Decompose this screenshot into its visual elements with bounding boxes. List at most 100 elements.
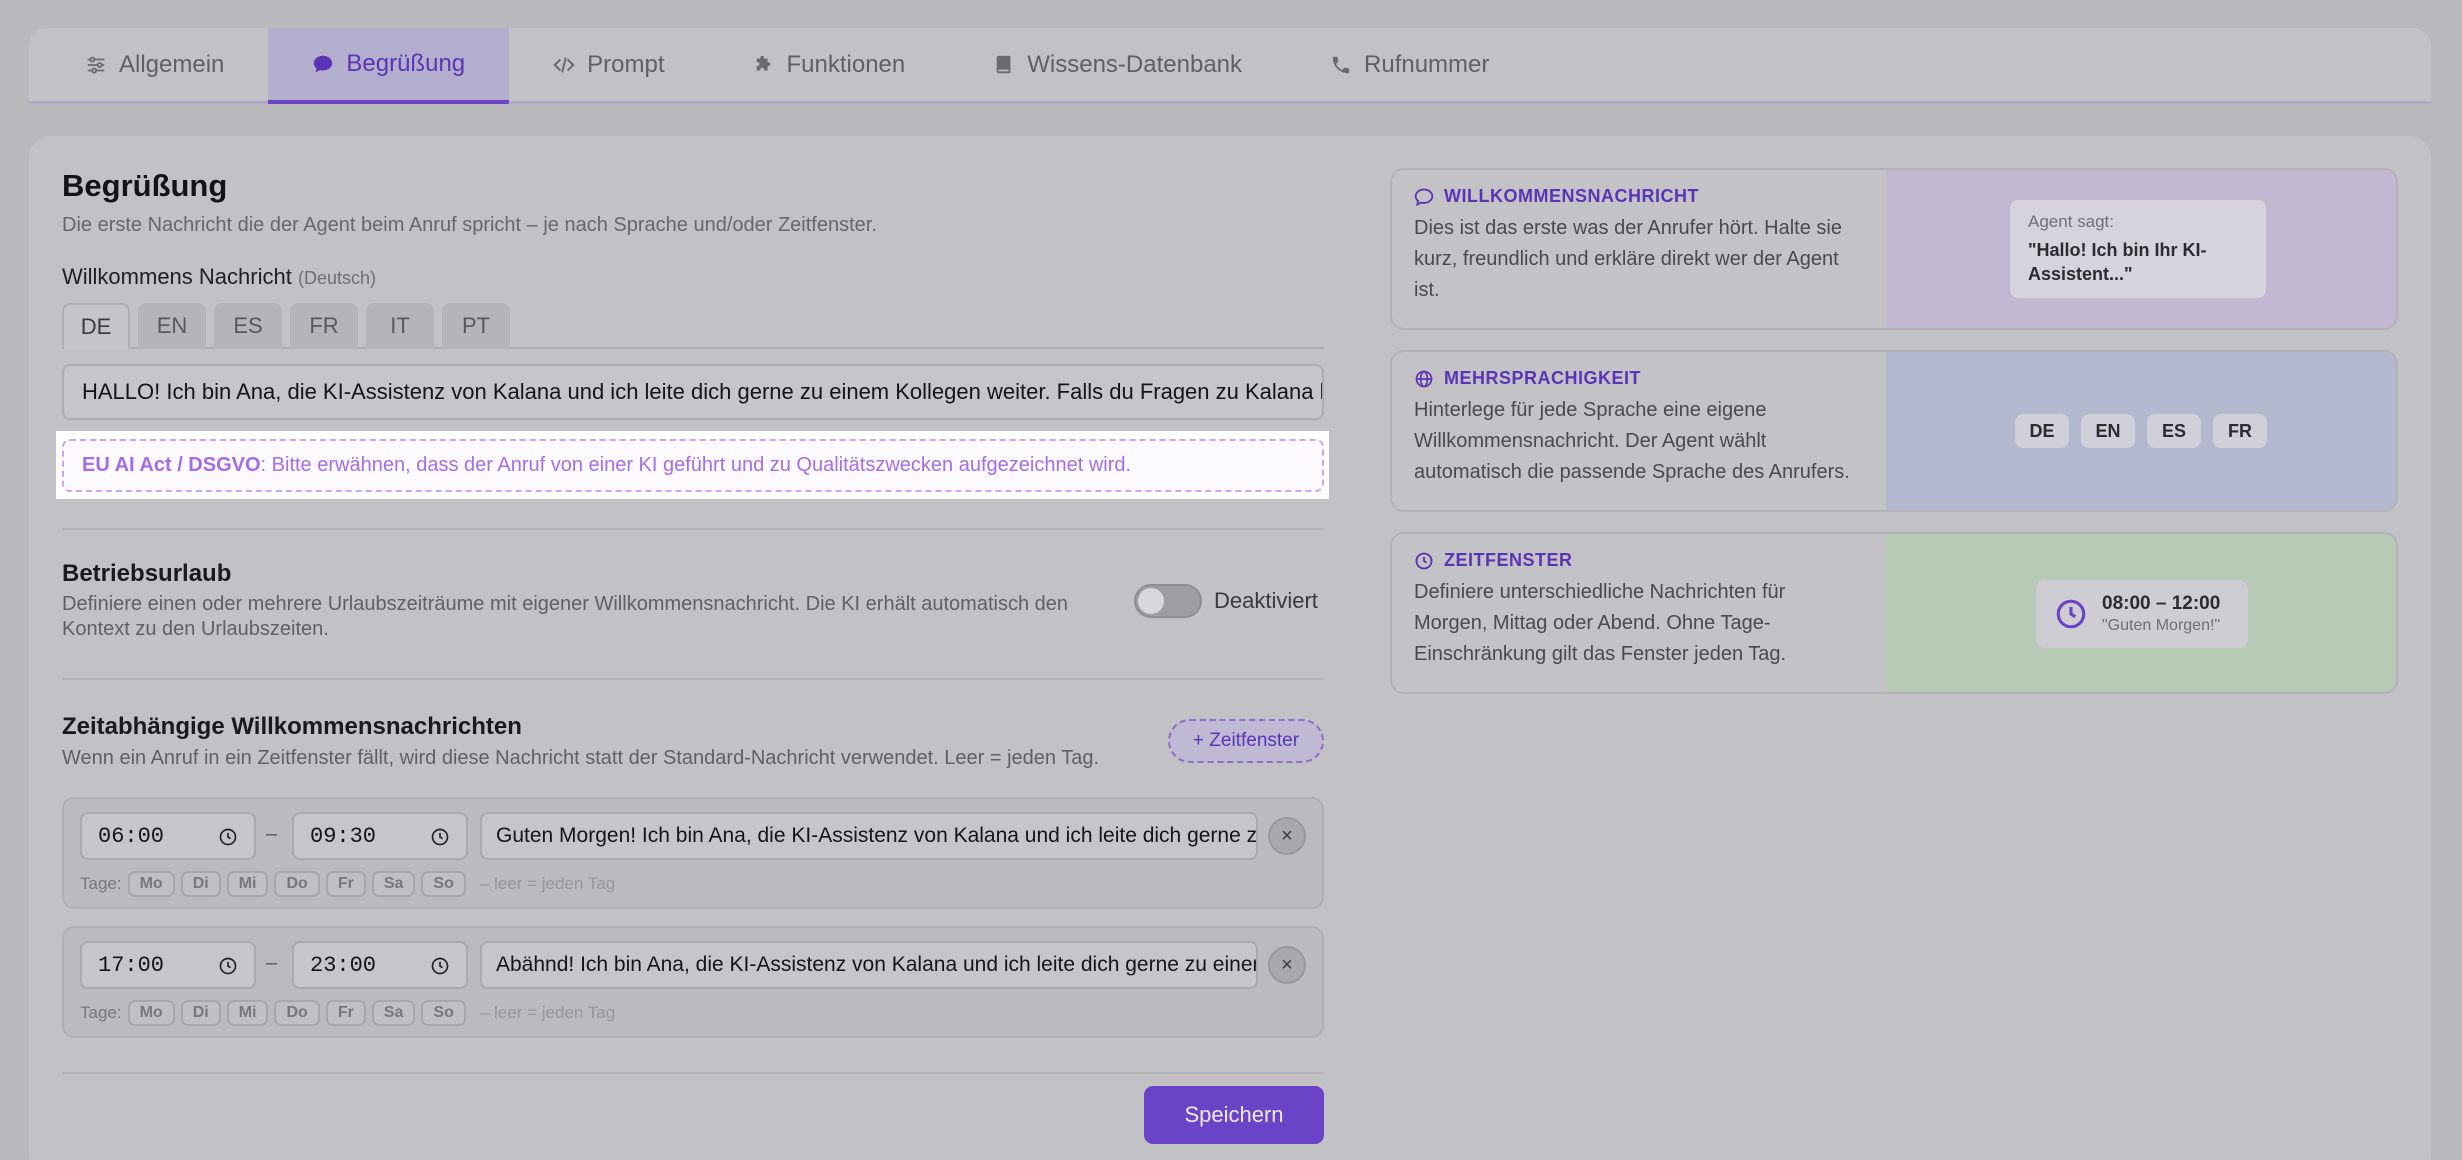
empty-days-hint: – leer = jeden Tag: [479, 874, 616, 893]
lang-tab-en[interactable]: EN: [138, 303, 206, 349]
info-card-title: WILLKOMMENSNACHRICHT: [1414, 186, 1864, 207]
welcome-field-hint: (Deutsch): [297, 268, 376, 288]
clock-icon: [431, 957, 449, 975]
sliders-icon: [87, 56, 105, 73]
info-card-body: Dies ist das erste was der Anrufer hört.…: [1414, 217, 1842, 301]
clock-icon: [2056, 599, 2086, 629]
welcome-field-label: Willkommens Nachricht (Deutsch): [62, 264, 376, 289]
day-selector: Tage: Mo Di Mi Do Fr Sa So – leer = jede…: [80, 871, 615, 897]
language-chip: FR: [2213, 414, 2267, 448]
info-card-welcome: WILLKOMMENSNACHRICHT Dies ist das erste …: [1390, 168, 2398, 330]
slot-message-input[interactable]: Abähnd! Ich bin Ana, die KI-Assistenz vo…: [480, 941, 1258, 989]
day-chip-sa[interactable]: Sa: [371, 1000, 416, 1026]
agent-speech-bubble: Agent sagt: "Hallo! Ich bin Ihr KI-Assis…: [2010, 200, 2266, 298]
tab-wissens-datenbank[interactable]: Wissens-Datenbank: [949, 28, 1286, 101]
page-title: Begrüßung: [62, 168, 228, 203]
tab-funktionen[interactable]: Funktionen: [709, 28, 950, 101]
day-selector: Tage: Mo Di Mi Do Fr Sa So – leer = jede…: [80, 1000, 615, 1026]
info-card-visual: DE EN ES FR: [1886, 352, 2396, 510]
lang-tab-fr[interactable]: FR: [290, 303, 358, 349]
book-icon: [996, 55, 1011, 73]
day-chip-mo[interactable]: Mo: [127, 1000, 175, 1026]
vacation-subtitle: Definiere einen oder mehrere Urlaubszeit…: [62, 593, 1069, 640]
tab-label: Funktionen: [786, 50, 906, 78]
vacation-title: Betriebsurlaub: [62, 560, 232, 587]
day-chip-mi[interactable]: Mi: [226, 871, 269, 897]
language-tabs: DE EN ES FR IT PT: [62, 303, 1324, 349]
info-card-body: Definiere unterschiedliche Nachrichten f…: [1414, 581, 1787, 665]
time-from-input[interactable]: 17:00: [80, 941, 256, 989]
welcome-message-input[interactable]: HALLO! Ich bin Ana, die KI-Assistenz von…: [62, 364, 1324, 420]
chat-bubble-icon: [314, 55, 333, 73]
delete-slot-button[interactable]: ×: [1268, 946, 1306, 984]
time-slot: 06:00 – 09:30 Guten Morgen! Ich bin Ana,…: [62, 797, 1324, 909]
delete-slot-button[interactable]: ×: [1268, 817, 1306, 855]
time-to-input[interactable]: 23:00: [292, 941, 468, 989]
section-divider: [62, 678, 1324, 680]
day-chip-fr[interactable]: Fr: [325, 871, 366, 897]
info-card-timewindow: ZEITFENSTER Definiere unterschiedliche N…: [1390, 532, 2398, 694]
day-chip-mi[interactable]: Mi: [226, 1000, 269, 1026]
language-chips: DE EN ES FR: [1886, 414, 2396, 448]
range-dash: –: [266, 823, 278, 845]
tab-label: Rufnummer: [1364, 50, 1490, 78]
clock-icon: [219, 828, 237, 846]
time-slot: 17:00 – 23:00 Abähnd! Ich bin Ana, die K…: [62, 926, 1324, 1038]
lang-tab-de[interactable]: DE: [62, 303, 130, 349]
day-chip-fr[interactable]: Fr: [325, 1000, 366, 1026]
info-card-visual: 08:00 – 12:00 "Guten Morgen!": [1886, 534, 2396, 692]
tab-rufnummer[interactable]: Rufnummer: [1286, 28, 1533, 101]
clock-icon: [431, 828, 449, 846]
range-dash: –: [266, 952, 278, 974]
tab-prompt[interactable]: Prompt: [509, 28, 708, 101]
info-card-title: MEHRSPRACHIGKEIT: [1414, 368, 1864, 389]
vacation-toggle[interactable]: [1134, 584, 1202, 618]
day-chip-sa[interactable]: Sa: [371, 871, 416, 897]
clock-icon: [1415, 552, 1433, 569]
language-chip: DE: [2015, 414, 2069, 448]
day-chip-mo[interactable]: Mo: [127, 871, 175, 897]
tab-label: Wissens-Datenbank: [1027, 50, 1243, 78]
lang-tab-pt[interactable]: PT: [442, 303, 510, 349]
tab-begruessung[interactable]: Begrüßung: [268, 28, 510, 104]
vacation-toggle-label: Deaktiviert: [1214, 588, 1318, 613]
puzzle-icon: [756, 55, 770, 70]
empty-days-hint: – leer = jeden Tag: [479, 1003, 616, 1022]
page-subtitle: Die erste Nachricht die der Agent beim A…: [62, 214, 877, 236]
clock-icon: [219, 957, 237, 975]
lang-tab-es[interactable]: ES: [214, 303, 282, 349]
info-card-text: WILLKOMMENSNACHRICHT Dies ist das erste …: [1392, 170, 1886, 328]
day-chip-di[interactable]: Di: [180, 1000, 221, 1026]
info-card-title: ZEITFENSTER: [1414, 550, 1864, 571]
info-card-body: Hinterlege für jede Sprache eine eigene …: [1414, 399, 1850, 483]
compliance-notice: EU AI Act / DSGVO : Bitte erwähnen, dass…: [62, 439, 1324, 492]
info-card-visual: Agent sagt: "Hallo! Ich bin Ihr KI-Assis…: [1886, 170, 2396, 328]
info-card-text: MEHRSPRACHIGKEIT Hinterlege für jede Spr…: [1392, 352, 1886, 510]
add-time-window-button[interactable]: + Zeitfenster: [1168, 719, 1324, 763]
day-chip-so[interactable]: So: [421, 1000, 466, 1026]
tab-label: Allgemein: [119, 50, 225, 78]
save-button[interactable]: Speichern: [1144, 1086, 1324, 1144]
language-chip: ES: [2147, 414, 2201, 448]
slot-message-input[interactable]: Guten Morgen! Ich bin Ana, die KI-Assist…: [480, 812, 1258, 860]
tab-label: Prompt: [587, 50, 665, 78]
lang-tab-it[interactable]: IT: [366, 303, 434, 349]
day-chip-di[interactable]: Di: [180, 871, 221, 897]
globe-icon: [1415, 370, 1433, 387]
tab-allgemein[interactable]: Allgemein: [41, 28, 268, 101]
day-chip-do[interactable]: Do: [274, 871, 320, 897]
time-to-input[interactable]: 09:30: [292, 812, 468, 860]
notice-text: : Bitte erwähnen, dass der Anruf von ein…: [260, 454, 1132, 476]
notice-label: EU AI Act / DSGVO: [82, 454, 261, 476]
day-chip-so[interactable]: So: [421, 871, 466, 897]
language-chip: EN: [2081, 414, 2135, 448]
time-from-input[interactable]: 06:00: [80, 812, 256, 860]
tab-label: Begrüßung: [346, 50, 466, 77]
info-card-multilang: MEHRSPRACHIGKEIT Hinterlege für jede Spr…: [1390, 350, 2398, 512]
day-chip-do[interactable]: Do: [274, 1000, 320, 1026]
greeting-header: Begrüßung Die erste Nachricht die der Ag…: [62, 168, 1324, 237]
section-divider: [62, 1072, 1324, 1074]
info-card-text: ZEITFENSTER Definiere unterschiedliche N…: [1392, 534, 1886, 692]
time-window-example: 08:00 – 12:00 "Guten Morgen!": [2036, 580, 2248, 648]
time-messages-title: Zeitabhängige Willkommensnachrichten: [62, 713, 522, 740]
